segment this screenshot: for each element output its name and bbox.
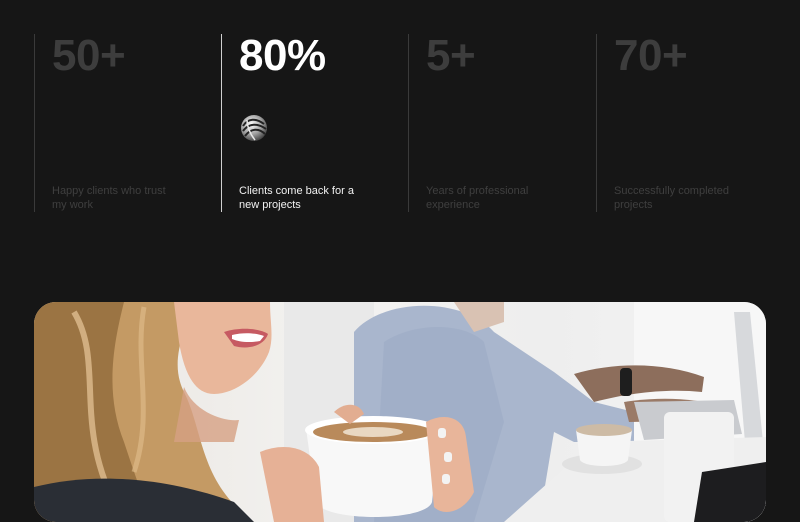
- stat-happy-clients: 50+ Happy clients who trust my work: [34, 34, 205, 212]
- stats-section: 50+ Happy clients who trust my work 80%: [0, 0, 800, 230]
- stat-years-experience: 5+ Years of professional experience: [408, 34, 579, 212]
- stat-value: 5+: [426, 31, 476, 80]
- stat-completed-projects: 70+ Successfully completed projects: [596, 34, 767, 212]
- stat-value: 80%: [239, 31, 326, 80]
- stat-label: Clients come back for a new projects: [239, 185, 354, 211]
- stat-returning-clients: 80% Clients come back for a new projects: [221, 34, 392, 212]
- stat-label: Years of professional experience: [426, 185, 529, 211]
- abstract-swirl-icon: [238, 112, 270, 144]
- stat-value: 50+: [52, 31, 126, 80]
- stat-label: Happy clients who trust my work: [52, 185, 166, 211]
- stat-label: Successfully completed projects: [614, 185, 729, 211]
- stat-value: 70+: [614, 31, 688, 80]
- hero-photo: [34, 302, 766, 522]
